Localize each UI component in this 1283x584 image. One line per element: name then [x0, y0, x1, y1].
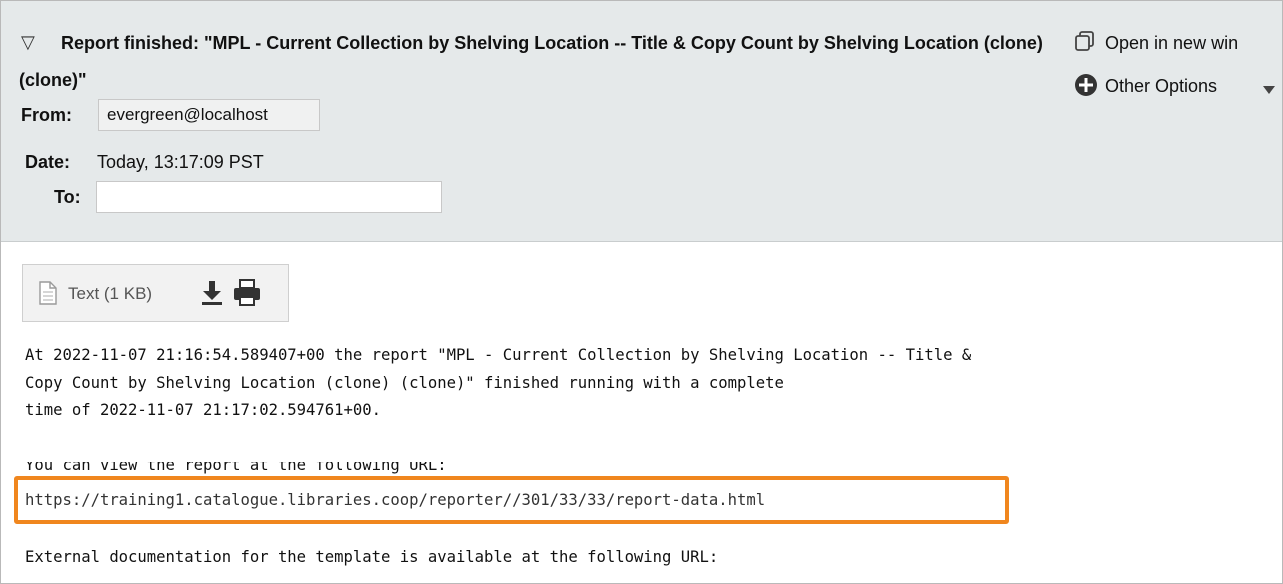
message-subject: Report finished: "MPL - Current Collecti…: [19, 33, 1043, 90]
open-new-window-link[interactable]: Open in new win: [1105, 33, 1238, 54]
download-icon[interactable]: [199, 279, 225, 312]
to-label: To:: [54, 187, 81, 207]
plus-circle-icon[interactable]: [1074, 73, 1098, 102]
attachment-label[interactable]: Text (1 KB): [68, 284, 152, 304]
document-icon: [39, 281, 57, 310]
message-header: ▽ Report finished: "MPL - Current Collec…: [1, 1, 1282, 242]
body-line: External documentation for the template …: [25, 548, 719, 566]
to-field[interactable]: [96, 181, 442, 213]
from-address[interactable]: evergreen@localhost: [98, 99, 320, 131]
body-line: time of 2022-11-07 21:17:02.594761+00.: [25, 401, 381, 419]
open-new-window-icon[interactable]: [1074, 30, 1096, 57]
other-options-button[interactable]: Other Options: [1105, 76, 1217, 97]
date-label: Date:: [25, 152, 71, 172]
body-line: You can view the report at the following…: [25, 456, 447, 474]
print-icon[interactable]: [231, 278, 263, 313]
email-message-pane: ▽ Report finished: "MPL - Current Collec…: [0, 0, 1283, 584]
date-value: Today, 13:17:09 PST: [97, 152, 264, 172]
body-line: At 2022-11-07 21:16:54.589407+00 the rep…: [25, 346, 972, 364]
url-highlight-box: [14, 476, 1009, 524]
body-line: Copy Count by Shelving Location (clone) …: [25, 374, 784, 392]
attachment-box: Text (1 KB): [22, 264, 289, 322]
from-label: From:: [21, 105, 72, 125]
dropdown-arrow-icon[interactable]: [1263, 83, 1275, 101]
